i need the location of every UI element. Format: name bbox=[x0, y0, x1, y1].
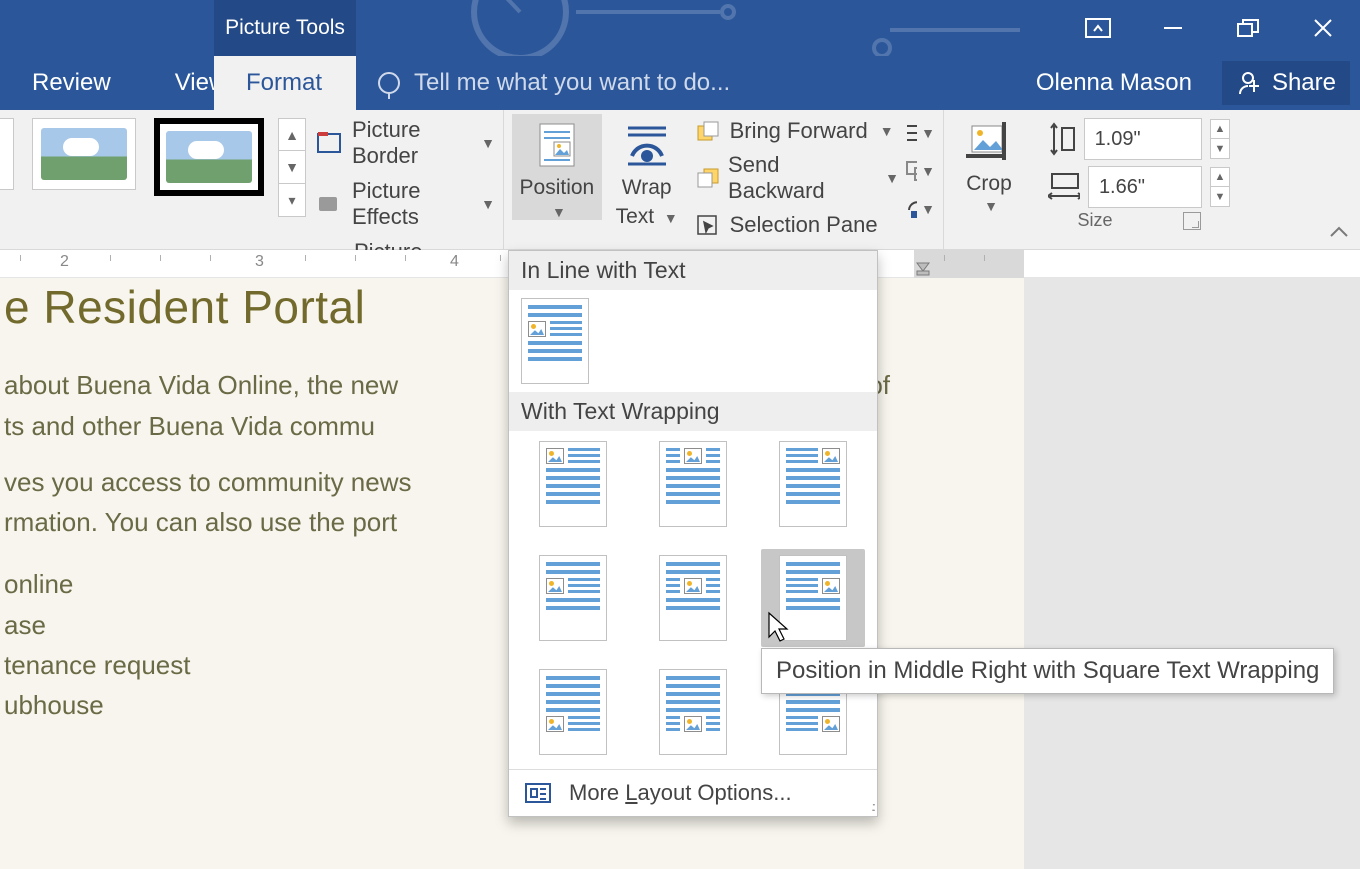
send-backward-icon bbox=[696, 167, 720, 189]
minimize-button[interactable] bbox=[1135, 0, 1210, 56]
share-label: Share bbox=[1272, 69, 1336, 97]
resize-grip-icon[interactable]: .:: bbox=[871, 799, 873, 814]
height-icon bbox=[1048, 122, 1076, 156]
tell-me-placeholder: Tell me what you want to do... bbox=[414, 69, 730, 97]
selection-pane-icon bbox=[696, 214, 722, 236]
wrap-text-icon bbox=[622, 120, 672, 170]
position-top-left[interactable] bbox=[539, 441, 607, 527]
ribbon-display-options-icon[interactable] bbox=[1060, 0, 1135, 56]
share-button[interactable]: Share bbox=[1222, 61, 1350, 105]
position-middle-center[interactable] bbox=[659, 555, 727, 641]
group-label-size: Size bbox=[1077, 210, 1112, 231]
bring-forward-button[interactable]: Bring Forward ▼ bbox=[696, 118, 899, 144]
tab-bar: Review View Format Tell me what you want… bbox=[0, 56, 1360, 110]
picture-border-button[interactable]: Picture Border▼ bbox=[316, 117, 495, 169]
height-input-row: 1.09" ▲▼ bbox=[1048, 118, 1230, 160]
contextual-tab-label: Picture Tools bbox=[214, 0, 356, 56]
align-icon bbox=[905, 122, 917, 144]
style-thumb[interactable] bbox=[32, 118, 136, 190]
send-backward-button[interactable]: Send Backward ▼ bbox=[696, 152, 899, 204]
tab-review[interactable]: Review bbox=[0, 56, 143, 110]
layout-options-icon bbox=[523, 781, 553, 805]
tab-format[interactable]: Format bbox=[214, 56, 356, 110]
title-bar: Picture Tools bbox=[0, 0, 1360, 56]
dropdown-header: In Line with Text bbox=[509, 251, 877, 290]
style-thumb[interactable] bbox=[154, 118, 264, 196]
share-icon bbox=[1236, 70, 1262, 96]
align-button[interactable]: ▼ bbox=[905, 119, 935, 147]
dialog-launcher-icon[interactable] bbox=[1183, 212, 1201, 230]
style-thumb[interactable] bbox=[0, 118, 14, 190]
height-up[interactable]: ▲ bbox=[1210, 119, 1230, 139]
group-icon bbox=[905, 160, 917, 182]
rotate-button[interactable]: ▼ bbox=[905, 195, 935, 223]
width-up[interactable]: ▲ bbox=[1210, 167, 1230, 187]
crop-icon bbox=[962, 118, 1016, 170]
height-down[interactable]: ▼ bbox=[1210, 139, 1230, 159]
document-margin-area bbox=[1024, 278, 1360, 869]
wrap-text-button[interactable]: Wrap Text ▼ bbox=[602, 114, 692, 228]
user-name[interactable]: Olenna Mason bbox=[1036, 69, 1192, 97]
width-down[interactable]: ▼ bbox=[1210, 187, 1230, 207]
crop-button[interactable]: Crop▼ bbox=[952, 114, 1026, 214]
position-button[interactable]: Position ▼ bbox=[512, 114, 602, 220]
width-icon bbox=[1048, 172, 1080, 202]
picture-border-icon bbox=[316, 131, 342, 155]
gallery-scroll-down[interactable]: ▼ bbox=[278, 151, 306, 184]
gallery-scroll-up[interactable]: ▲ bbox=[278, 118, 306, 151]
restore-button[interactable] bbox=[1210, 0, 1285, 56]
picture-effects-icon bbox=[316, 192, 342, 216]
position-icon bbox=[532, 120, 582, 170]
bring-forward-icon bbox=[696, 120, 722, 142]
position-dropdown: In Line with Text With Text Wrapping Mor… bbox=[508, 250, 878, 817]
height-input[interactable]: 1.09" bbox=[1084, 118, 1202, 160]
position-middle-right[interactable] bbox=[779, 555, 847, 641]
selection-pane-button[interactable]: Selection Pane bbox=[696, 212, 899, 238]
gallery-more[interactable]: ▾ bbox=[278, 184, 306, 217]
more-layout-options[interactable]: More Layout Options... .:: bbox=[509, 769, 877, 816]
tell-me-search[interactable]: Tell me what you want to do... bbox=[378, 56, 730, 110]
picture-styles-gallery[interactable]: ▲ ▼ ▾ bbox=[8, 114, 306, 217]
collapse-ribbon-icon[interactable] bbox=[1328, 224, 1350, 245]
position-middle-left[interactable] bbox=[539, 555, 607, 641]
group-button[interactable]: ▼ bbox=[905, 157, 935, 185]
position-top-center[interactable] bbox=[659, 441, 727, 527]
close-button[interactable] bbox=[1285, 0, 1360, 56]
width-input-row: 1.66" ▲▼ bbox=[1048, 166, 1230, 208]
picture-effects-button[interactable]: Picture Effects▼ bbox=[316, 178, 495, 230]
position-inline-option[interactable] bbox=[521, 298, 589, 384]
rotate-icon bbox=[905, 198, 917, 220]
position-bottom-center[interactable] bbox=[659, 669, 727, 755]
decor-lines bbox=[460, 0, 1020, 56]
position-top-right[interactable] bbox=[779, 441, 847, 527]
ribbon: ▲ ▼ ▾ Picture Border▼ Picture Effects▼ P… bbox=[0, 110, 1360, 250]
lightbulb-icon bbox=[378, 72, 400, 94]
tooltip: Position in Middle Right with Square Tex… bbox=[761, 648, 1334, 694]
dropdown-header: With Text Wrapping bbox=[509, 392, 877, 431]
width-input[interactable]: 1.66" bbox=[1088, 166, 1202, 208]
position-bottom-left[interactable] bbox=[539, 669, 607, 755]
